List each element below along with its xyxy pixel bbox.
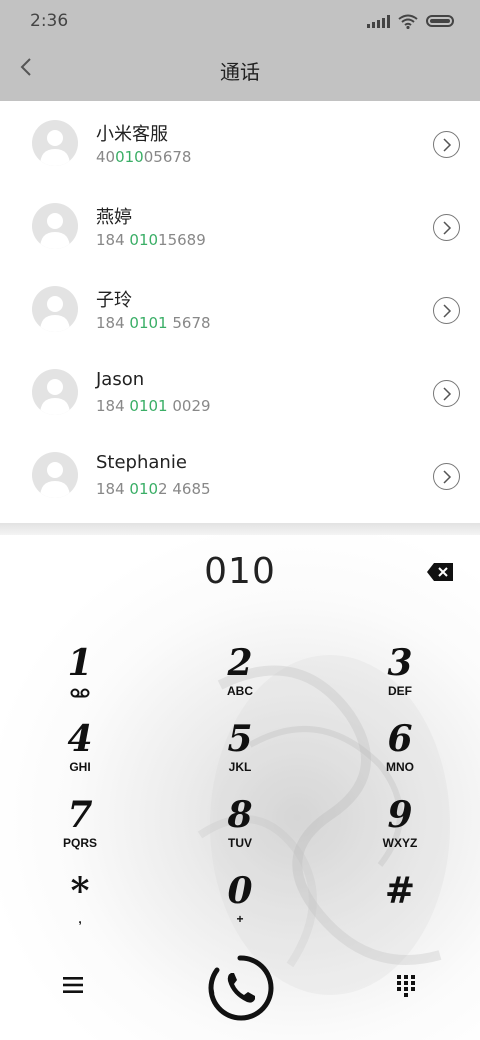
dial-pad: 010 1 2 ABC 3 DEF 4 GHI 5 JKL 6 MNO 7 PQ…: [0, 535, 480, 1040]
contact-number: 184 0102 4685: [96, 480, 211, 498]
contact-row[interactable]: 燕婷 184 01015689: [0, 184, 480, 267]
backspace-icon[interactable]: [427, 563, 453, 581]
contact-name: 小米客服: [96, 124, 168, 145]
number-match: 010: [115, 148, 144, 166]
contact-number: 184 01015689: [96, 231, 206, 249]
key-5[interactable]: 5 JKL: [160, 719, 320, 795]
key-hash[interactable]: #: [320, 871, 480, 947]
wifi-icon: [398, 14, 418, 29]
phone-icon: [227, 973, 255, 1003]
chevron-right-icon: [443, 138, 452, 152]
avatar-icon: [32, 369, 78, 415]
menu-icon[interactable]: [63, 976, 83, 994]
battery-icon: [426, 15, 454, 27]
chevron-right-icon: [443, 221, 452, 235]
contact-name: Jason: [96, 369, 145, 390]
status-time: 2:36: [30, 11, 69, 31]
dialed-number[interactable]: 010: [0, 551, 480, 592]
key-2[interactable]: 2 ABC: [160, 643, 320, 719]
contact-name: Stephanie: [96, 452, 187, 473]
avatar-icon: [32, 120, 78, 166]
avatar-icon: [32, 203, 78, 249]
signal-icon: [367, 14, 390, 28]
contact-detail-button[interactable]: [433, 214, 460, 241]
key-1[interactable]: 1: [0, 643, 160, 719]
key-8[interactable]: 8 TUV: [160, 795, 320, 871]
divider: [0, 523, 480, 535]
contact-row[interactable]: Stephanie 184 0102 4685: [0, 433, 480, 516]
call-button[interactable]: [205, 953, 275, 1023]
contact-number: 184 0101 0029: [96, 397, 211, 415]
voicemail-icon: [70, 688, 90, 698]
number-match: 0101: [129, 397, 168, 415]
avatar-icon: [32, 452, 78, 498]
contact-detail-button[interactable]: [433, 131, 460, 158]
key-star[interactable]: * ,: [0, 871, 160, 947]
number-match: 0101: [129, 314, 168, 332]
status-icons: [367, 12, 454, 30]
contact-number: 184 0101 5678: [96, 314, 211, 332]
key-6[interactable]: 6 MNO: [320, 719, 480, 795]
dialpad-toggle-icon[interactable]: [397, 975, 415, 997]
contact-row[interactable]: Jason 184 0101 0029: [0, 350, 480, 433]
key-0[interactable]: 0 +: [160, 871, 320, 947]
contact-row[interactable]: 小米客服 4001005678: [0, 101, 480, 184]
contact-name: 燕婷: [96, 207, 132, 228]
contact-number: 4001005678: [96, 148, 192, 166]
key-9[interactable]: 9 WXYZ: [320, 795, 480, 871]
page-title: 通话: [220, 60, 260, 84]
number-match: 010: [129, 231, 159, 249]
contact-detail-button[interactable]: [433, 380, 460, 407]
number-match: 010: [129, 480, 159, 498]
key-3[interactable]: 3 DEF: [320, 643, 480, 719]
avatar-icon: [32, 286, 78, 332]
contact-detail-button[interactable]: [433, 297, 460, 324]
title-bar: 2:36 通话: [0, 0, 480, 101]
chevron-right-icon: [443, 304, 452, 318]
contact-list: 小米客服 4001005678 燕婷 184 01015689 子玲 184 0…: [0, 101, 480, 516]
key-4[interactable]: 4 GHI: [0, 719, 160, 795]
contact-detail-button[interactable]: [433, 463, 460, 490]
chevron-right-icon: [443, 470, 452, 484]
key-7[interactable]: 7 PQRS: [0, 795, 160, 871]
chevron-right-icon: [443, 387, 452, 401]
contact-row[interactable]: 子玲 184 0101 5678: [0, 267, 480, 350]
contact-name: 子玲: [96, 290, 132, 311]
